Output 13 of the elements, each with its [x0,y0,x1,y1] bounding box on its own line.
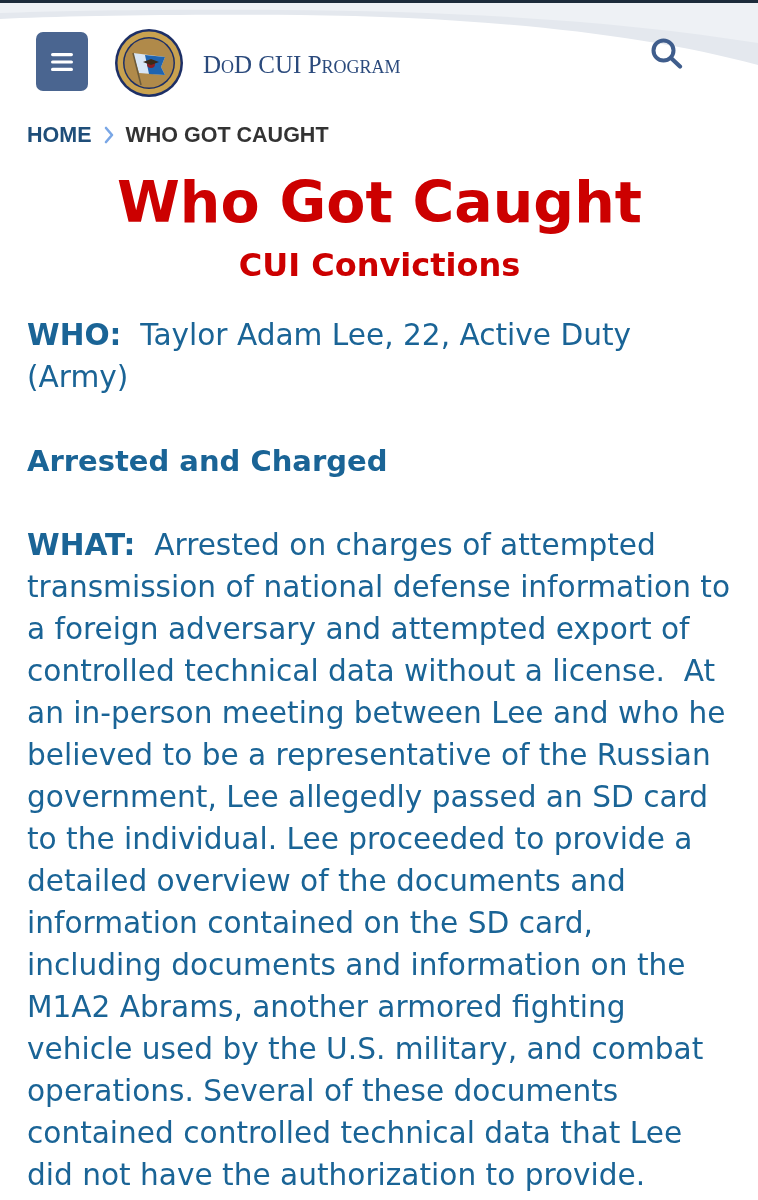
menu-button[interactable] [36,32,88,91]
breadcrumb-current: WHO GOT CAUGHT [125,121,329,149]
info-paragraph: WHO: Taylor Adam Lee, 22, Active Duty (Army) [27,317,633,396]
section-heading: Arrested and Charged [27,443,389,480]
search-icon[interactable] [651,38,683,69]
breadcrumb-link[interactable]: HOME [27,118,92,152]
seal-logo-icon [115,28,183,97]
chevron-right-icon [103,126,114,144]
page-subtitle: CUI Convictions [237,245,522,285]
site-title[interactable]: DoD CUI Program [203,45,401,84]
info-paragraph: WHAT: Arrested on charges of attempted transmission of national defense information to a foreign adversary and attempted export of controlled technical data without a license. At an in-person meeting between Lee and who he believed to be a representative of the Russian government, Lee allegedly passed an SD card to the individual. Lee proceeded to provide a detailed overview of the documents and information contained on the SD card, including documents and information on the M1A2 Abrams, another armored fighting vehicle used by the U.S. military, and combat operations. Several of these documents contained controlled technical data that Lee did not have the authorization to provide. [27,527,732,1194]
menu-icon [51,52,73,71]
page-title: Who Got Caught [116,171,643,233]
